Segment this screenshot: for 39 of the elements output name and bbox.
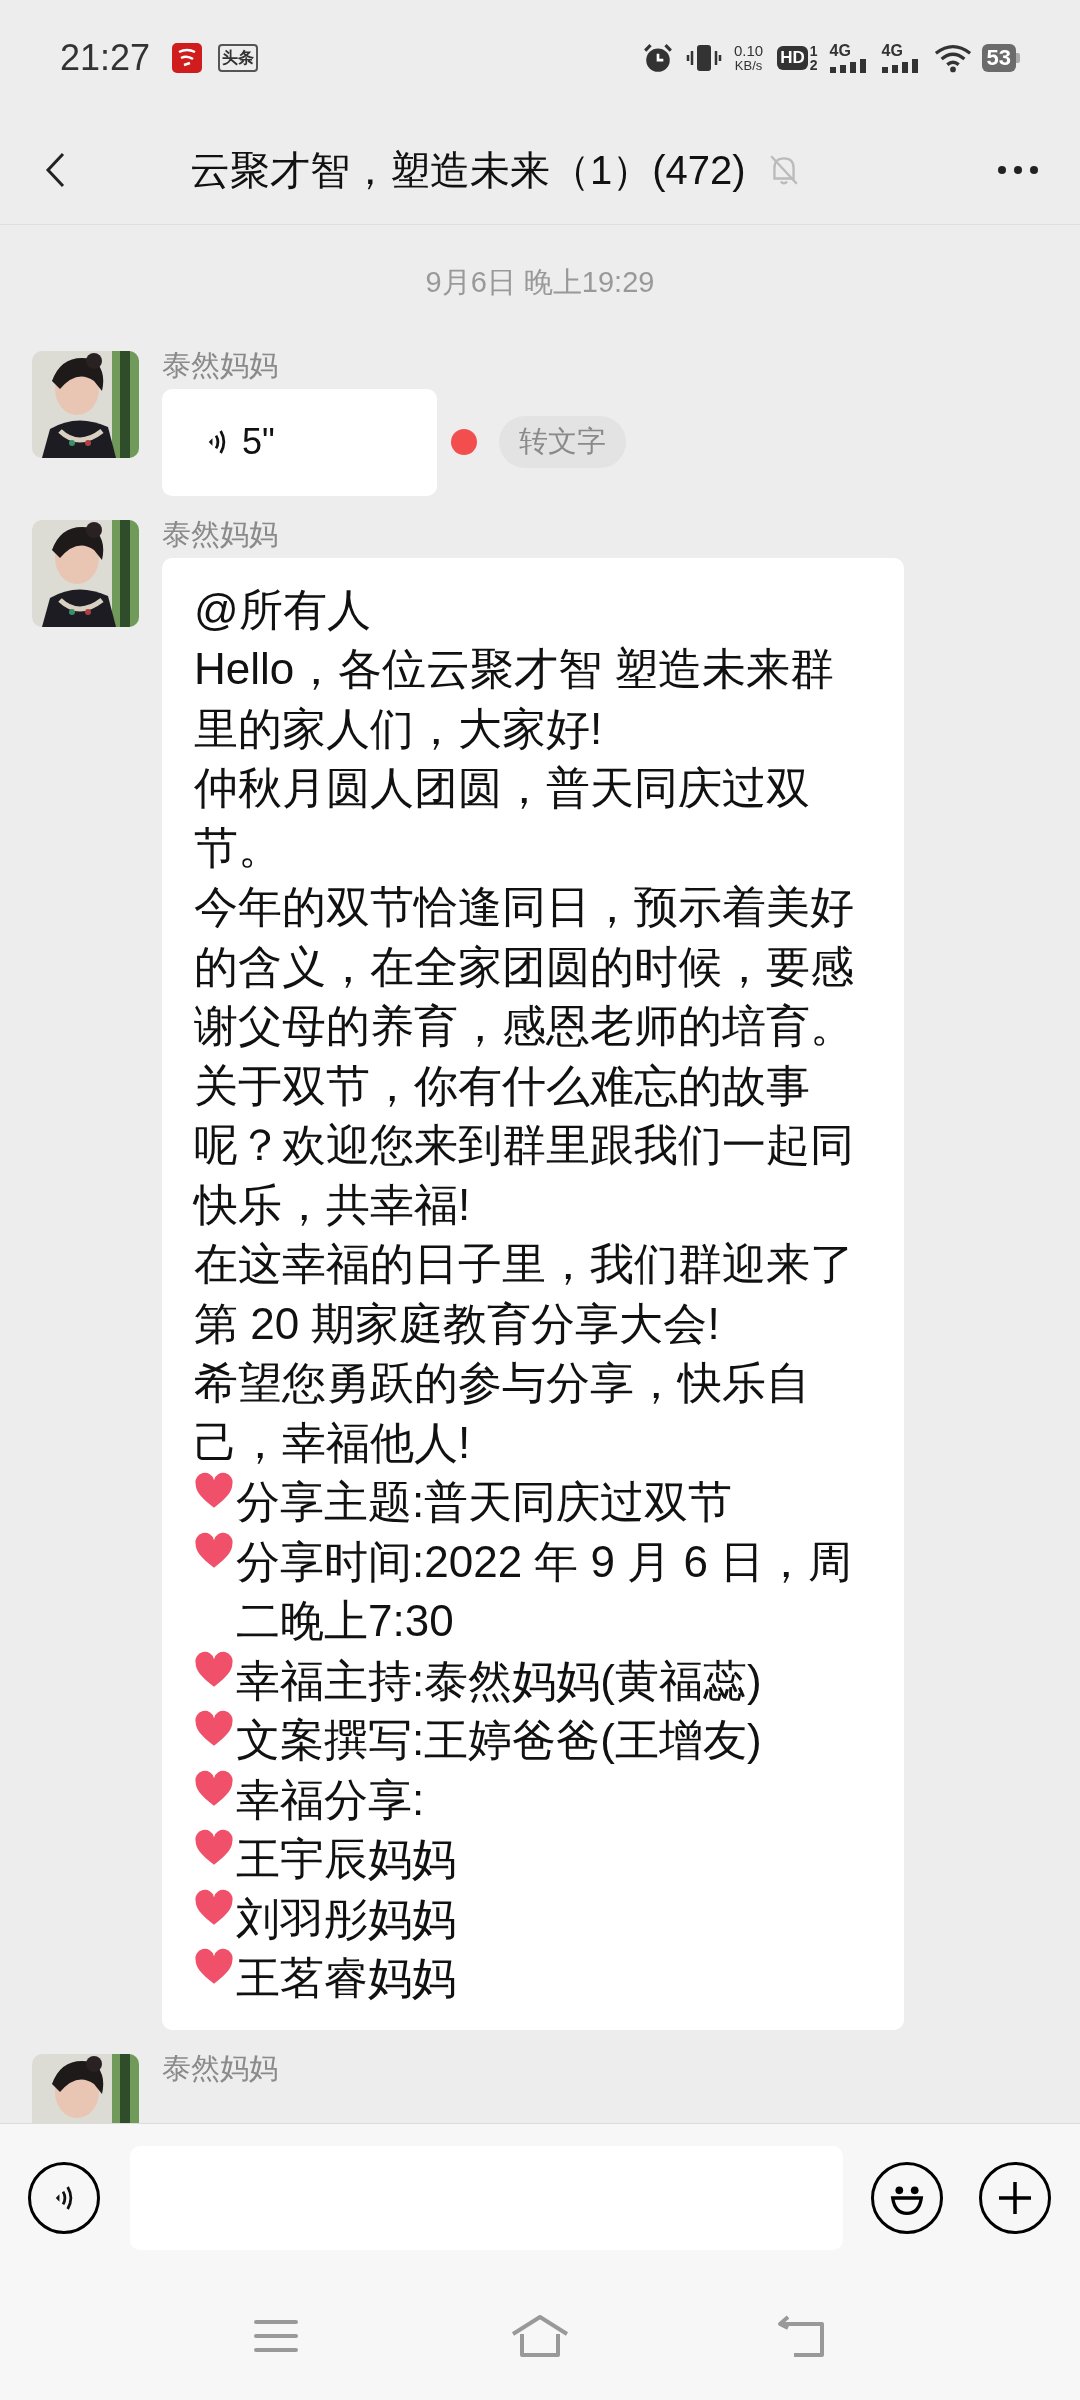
message-text: 分享主题:普天同庆过双节 <box>236 1476 734 1528</box>
message-text: 幸福主持:泰然妈妈(黄福蕊) <box>236 1654 763 1707</box>
alarm-icon <box>641 41 674 74</box>
message-text: 刘羽彤妈妈 <box>236 1892 457 1945</box>
date-divider: 9月6日 晚上19:29 <box>425 265 655 300</box>
message-text: 分享时间:2022 年 9 月 6 日，周二晚上7:30 <box>236 1535 854 1647</box>
sim-number: 2 <box>809 57 818 72</box>
message-text: 幸福分享: <box>236 1773 426 1826</box>
message-text: 在这幸福的日子里，我们群迎来了第 20 期家庭教育分享大会! <box>194 1238 855 1350</box>
message-text: 今年的双节恰逢同日，预示着美好的含义，在全家团圆的时候，要感谢父母的养育，感恩老师的培育。 <box>194 881 855 1052</box>
back-nav-button[interactable] <box>776 2314 827 2358</box>
network-type: 4G <box>881 42 904 59</box>
message-text: 希望您勇跃的参与分享，快乐自己，幸福他人! <box>194 1357 811 1469</box>
sim-number: 1 <box>809 43 818 58</box>
clock-time: 21:27 <box>60 35 151 80</box>
message-text: @所有人 <box>194 583 372 636</box>
home-nav-button[interactable] <box>511 2314 569 2358</box>
chat-title: 云聚才智，塑造未来（1）(472) <box>190 146 746 194</box>
network-speed-unit: KB/s <box>734 57 763 73</box>
message-text: 王宇辰妈妈 <box>236 1833 457 1885</box>
sender-name: 泰然妈妈 <box>162 347 279 383</box>
message-text: Hello，各位云聚才智 塑造未来群里的家人们，大家好! <box>194 643 836 755</box>
message-text: 仲秋月圆人团圆，普天同庆过双节。 <box>194 762 811 874</box>
add-button[interactable] <box>979 2162 1051 2234</box>
sender-name: 泰然妈妈 <box>162 2050 278 2086</box>
back-icon <box>45 151 65 188</box>
message-text: 王茗睿妈妈 <box>236 1952 457 2004</box>
hd-badge: HD <box>777 45 808 70</box>
network-speed: 0.10 <box>733 42 764 58</box>
voice-input-button[interactable] <box>28 2162 100 2234</box>
wifi-icon <box>933 42 972 73</box>
message-text: 关于双节，你有什么难忘的故事呢？欢迎您来到群里跟我们一起同快乐，共幸福! <box>194 1059 855 1231</box>
app-notification-icon <box>172 42 203 73</box>
app-notification-badge: 头条 <box>218 43 259 72</box>
sender-name: 泰然妈妈 <box>162 516 279 552</box>
voice-message-bubble[interactable]: 5" <box>162 388 437 496</box>
emoji-button[interactable] <box>871 2162 943 2234</box>
message-text: 文案撰写:王婷爸爸(王增友) <box>236 1714 763 1766</box>
network-type: 4G <box>829 42 852 59</box>
